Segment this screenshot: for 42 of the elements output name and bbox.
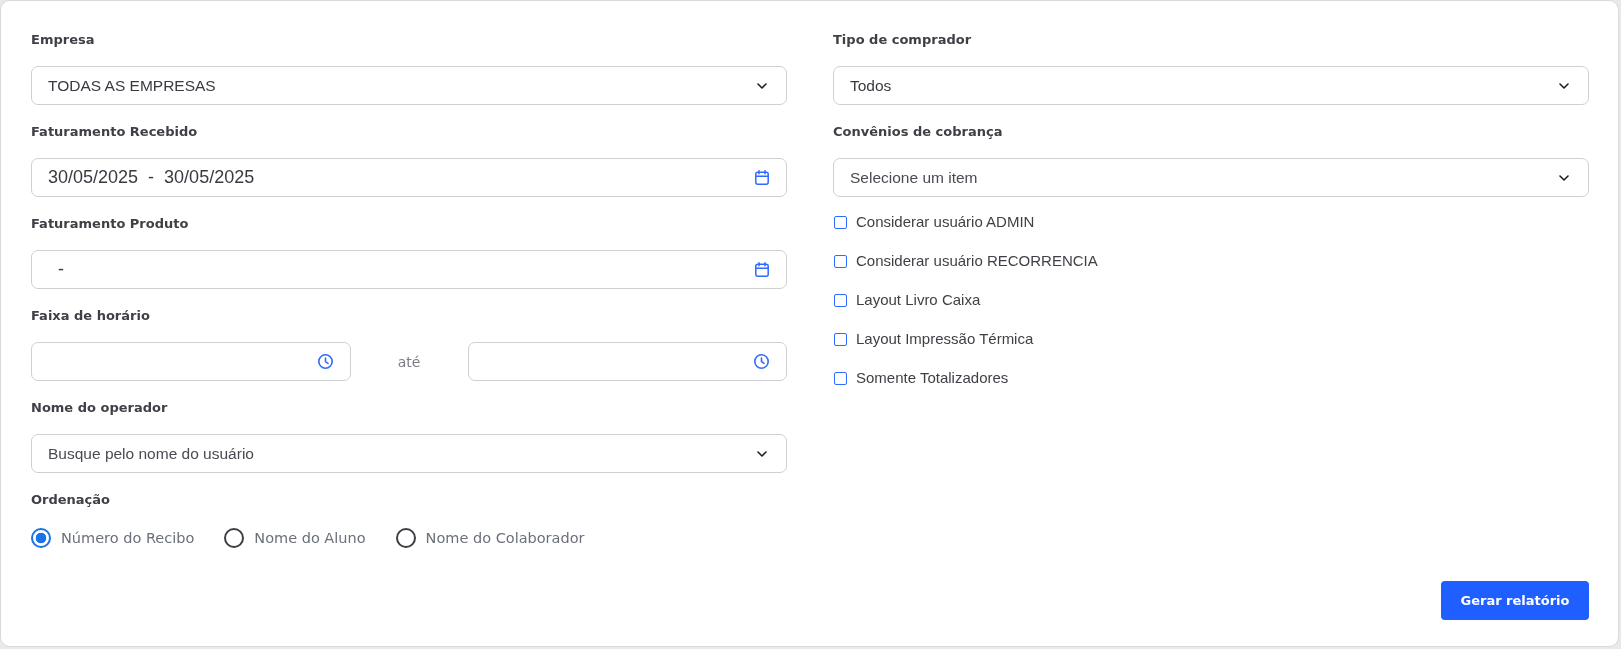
field-label: Tipo de comprador bbox=[833, 31, 972, 49]
checkbox[interactable] bbox=[834, 371, 847, 385]
radio-label[interactable]: Nome do Aluno bbox=[254, 530, 366, 546]
date-range-field[interactable]: 30/05/2025 - 30/05/2025 bbox=[31, 158, 787, 197]
checkbox-label[interactable]: Layout Livro Caixa bbox=[856, 292, 981, 308]
checkbox[interactable] bbox=[834, 293, 847, 307]
field-label: Ordenação bbox=[31, 491, 111, 509]
date-range-field[interactable]: - bbox=[31, 250, 787, 289]
generate-report-button[interactable]: Gerar relatório bbox=[1441, 581, 1589, 620]
checkbox[interactable] bbox=[834, 332, 847, 346]
clock-icon bbox=[317, 354, 333, 369]
checkbox-label[interactable]: Somente Totalizadores bbox=[856, 370, 1009, 386]
checkbox-label[interactable]: Layout Impressão Térmica bbox=[856, 331, 1034, 347]
range-separator-text: até bbox=[397, 353, 421, 370]
checkbox[interactable] bbox=[834, 254, 847, 268]
time-field[interactable] bbox=[467, 342, 787, 381]
calendar-icon bbox=[755, 170, 769, 185]
field-label: Faturamento Recebido bbox=[31, 123, 198, 141]
radio-button[interactable] bbox=[31, 528, 51, 548]
radio-button[interactable] bbox=[224, 528, 245, 548]
chevron-down-icon bbox=[1559, 174, 1569, 181]
dropdown-field[interactable]: Todos bbox=[833, 66, 1589, 105]
field-label: Convênios de cobrança bbox=[833, 123, 1003, 141]
chevron-down-icon bbox=[1559, 82, 1569, 89]
dropdown-field[interactable]: TODAS AS EMPRESAS bbox=[31, 66, 787, 105]
dropdown-field[interactable]: Busque pelo nome do usuário bbox=[31, 434, 787, 473]
calendar-icon bbox=[755, 262, 769, 277]
checkbox-label[interactable]: Considerar usuário RECORRENCIA bbox=[856, 253, 1098, 269]
field-label: Faturamento Produto bbox=[31, 215, 189, 233]
checkbox[interactable] bbox=[834, 215, 847, 229]
dropdown-field[interactable]: Selecione um item bbox=[833, 158, 1589, 197]
radio-button[interactable] bbox=[395, 528, 416, 548]
checkbox-label[interactable]: Considerar usuário ADMIN bbox=[856, 214, 1035, 230]
field-label: Nome do operador bbox=[31, 399, 168, 417]
field-label: Empresa bbox=[31, 31, 95, 49]
radio-label[interactable]: Nome do Colaborador bbox=[425, 530, 585, 546]
chevron-down-icon bbox=[757, 450, 767, 457]
radio-label[interactable]: Número do Recibo bbox=[61, 530, 195, 546]
clock-icon bbox=[754, 354, 769, 369]
time-field[interactable] bbox=[31, 342, 351, 381]
chevron-down-icon bbox=[757, 82, 767, 89]
field-label: Faixa de horário bbox=[31, 307, 150, 325]
